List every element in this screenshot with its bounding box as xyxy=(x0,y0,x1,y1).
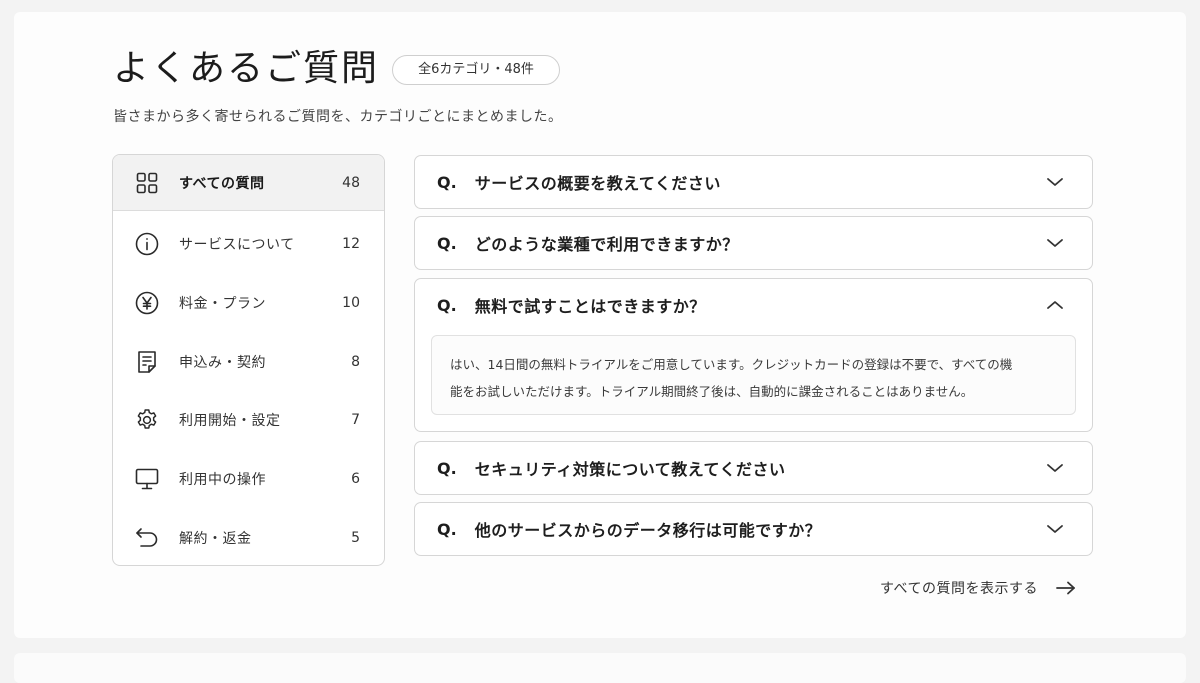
faq-item-expanded: Q. 無料で試すことはできますか？ はい、14日間の無料トライアルをご用意してい… xyxy=(414,278,1093,432)
faq-item: Q. どのような業種で利用できますか？ xyxy=(414,216,1093,270)
category-sidebar: すべての質問 48 サービスについて 12 料金・プラン 10 申込み・契約 8… xyxy=(112,154,385,566)
sidebar-item-contract[interactable]: 申込み・契約 8 xyxy=(113,334,384,390)
view-all-questions-link[interactable]: すべての質問を表示する xyxy=(880,575,1076,601)
sidebar-item-label: すべての質問 xyxy=(179,175,265,192)
info-icon xyxy=(133,230,161,258)
grid-icon xyxy=(133,169,161,197)
faq-item: Q. サービスの概要を教えてください xyxy=(414,155,1093,209)
faq-question: どのような業種で利用できますか？ xyxy=(474,235,739,254)
faq-question-toggle[interactable]: Q. 無料で試すことはできますか？ xyxy=(415,279,1092,331)
sidebar-item-service[interactable]: サービスについて 12 xyxy=(113,216,384,272)
question-prefix: Q. xyxy=(437,458,457,478)
undo-icon xyxy=(133,524,161,552)
yen-icon xyxy=(133,289,161,317)
faq-item: Q. 他のサービスからのデータ移行は可能ですか？ xyxy=(414,502,1093,556)
view-all-label: すべての質問を表示する xyxy=(880,581,1038,597)
question-prefix: Q. xyxy=(437,172,457,192)
page-subtitle: 皆さまから多く寄せられるご質問を、カテゴリごとにまとめました。 xyxy=(113,109,563,125)
faq-answer-line: はい、14日間の無料トライアルをご用意しています。クレジットカードの登録は不要で… xyxy=(450,357,1013,372)
faq-answer-line: 能をお試しいただけます。トライアル期間終了後は、自動的に課金されることはありませ… xyxy=(450,384,974,399)
sidebar-item-pricing[interactable]: 料金・プラン 10 xyxy=(113,275,384,331)
sidebar-item-count: 5 xyxy=(351,530,360,546)
sidebar-item-label: 利用中の操作 xyxy=(179,472,266,488)
faq-question: 他のサービスからのデータ移行は可能ですか？ xyxy=(474,521,822,540)
monitor-icon xyxy=(133,465,161,493)
arrow-right-icon xyxy=(1056,581,1076,595)
faq-question: 無料で試すことはできますか？ xyxy=(474,297,706,316)
gear-icon xyxy=(133,406,161,434)
sidebar-item-label: 解約・返金 xyxy=(179,531,252,547)
sidebar-item-count: 8 xyxy=(351,354,360,370)
sidebar-item-label: 申込み・契約 xyxy=(179,355,266,371)
question-prefix: Q. xyxy=(437,233,457,253)
faq-question: セキュリティ対策について教えてください xyxy=(474,460,786,479)
sidebar-item-count: 12 xyxy=(342,236,360,252)
bottom-strip xyxy=(14,653,1186,683)
faq-item: Q. セキュリティ対策について教えてください xyxy=(414,441,1093,495)
chevron-down-icon[interactable] xyxy=(1044,457,1066,479)
sidebar-item-label: 料金・プラン xyxy=(179,296,266,312)
question-prefix: Q. xyxy=(437,519,457,539)
chevron-up-icon[interactable] xyxy=(1044,294,1066,316)
sidebar-item-setup[interactable]: 利用開始・設定 7 xyxy=(113,392,384,448)
sidebar-item-count: 6 xyxy=(351,471,360,487)
chevron-down-icon[interactable] xyxy=(1044,171,1066,193)
sidebar-item-label: 利用開始・設定 xyxy=(179,413,281,429)
faq-answer: はい、14日間の無料トライアルをご用意しています。クレジットカードの登録は不要で… xyxy=(431,335,1076,415)
faq-question-toggle[interactable]: Q. どのような業種で利用できますか？ xyxy=(415,217,1092,269)
sidebar-item-count: 10 xyxy=(342,295,360,311)
sidebar-item-label: サービスについて xyxy=(179,237,295,253)
faq-question: サービスの概要を教えてください xyxy=(474,174,721,193)
sidebar-item-operation[interactable]: 利用中の操作 6 xyxy=(113,451,384,507)
chevron-down-icon[interactable] xyxy=(1044,232,1066,254)
sidebar-item-all[interactable]: すべての質問 48 xyxy=(113,155,384,211)
page-title: よくあるご質問 xyxy=(113,48,380,89)
category-count-badge: 全6カテゴリ・48件 xyxy=(392,55,560,85)
question-prefix: Q. xyxy=(437,295,457,315)
chevron-down-icon[interactable] xyxy=(1044,518,1066,540)
faq-question-toggle[interactable]: Q. セキュリティ対策について教えてください xyxy=(415,442,1092,494)
sidebar-item-count: 7 xyxy=(351,412,360,428)
sidebar-item-count: 48 xyxy=(342,174,360,191)
faq-question-toggle[interactable]: Q. サービスの概要を教えてください xyxy=(415,156,1092,208)
faq-question-toggle[interactable]: Q. 他のサービスからのデータ移行は可能ですか？ xyxy=(415,503,1092,555)
sidebar-item-cancel[interactable]: 解約・返金 5 xyxy=(113,510,384,565)
document-icon xyxy=(133,348,161,376)
